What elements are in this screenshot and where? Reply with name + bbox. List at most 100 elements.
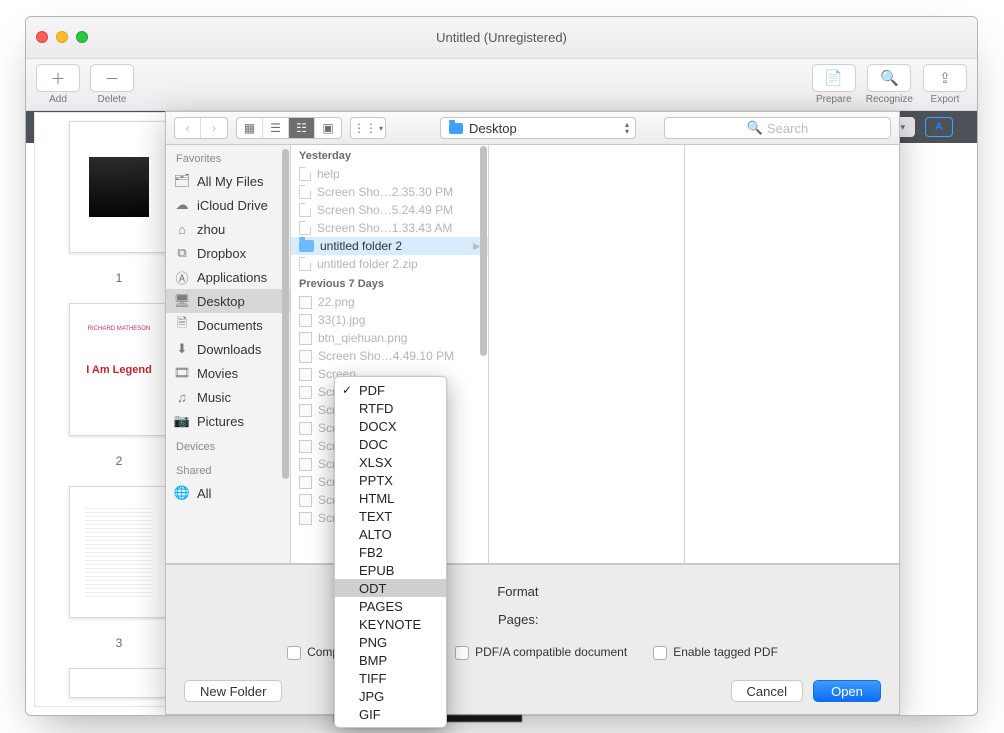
file-row[interactable]: btn_qiehuan.png bbox=[291, 329, 488, 347]
format-option[interactable]: JPG bbox=[335, 687, 446, 705]
file-name: Screen Sho…2.35.30 PM bbox=[317, 185, 480, 199]
chevron-down-icon: ▾ bbox=[900, 122, 905, 133]
scrollbar-thumb[interactable] bbox=[480, 146, 487, 356]
sidebar-item-label: Downloads bbox=[197, 342, 261, 357]
sidebar-item-music[interactable]: ♫ Music bbox=[166, 385, 290, 409]
page-number: 1 bbox=[116, 271, 123, 285]
sidebar-item-label: Dropbox bbox=[197, 246, 246, 261]
format-option[interactable]: DOCX bbox=[335, 417, 446, 435]
format-option[interactable]: TEXT bbox=[335, 507, 446, 525]
format-option[interactable]: XLSX bbox=[335, 453, 446, 471]
sidebar-item-applications[interactable]: Ⓐ Applications bbox=[166, 265, 290, 289]
scrollbar-thumb[interactable] bbox=[282, 149, 289, 479]
format-option[interactable]: RTFD bbox=[335, 399, 446, 417]
traffic-lights bbox=[36, 31, 88, 43]
back-button[interactable]: ‹ bbox=[175, 118, 201, 138]
format-option[interactable]: TIFF bbox=[335, 669, 446, 687]
location-popup[interactable]: Desktop ▴▾ bbox=[440, 117, 636, 139]
sidebar-scrollbar[interactable] bbox=[281, 147, 289, 561]
arrange-menu[interactable]: ⋮⋮▾ bbox=[350, 117, 386, 139]
documents-icon: 🗎 bbox=[174, 317, 190, 333]
search-field[interactable]: 🔍 Search bbox=[664, 117, 891, 139]
sidebar-item-icloud[interactable]: ☁︎ iCloud Drive bbox=[166, 193, 290, 217]
toolbar-export[interactable]: ⇪ Export bbox=[923, 64, 967, 105]
minimize-window-button[interactable] bbox=[56, 31, 68, 43]
sidebar-item-documents[interactable]: 🗎 Documents bbox=[166, 313, 290, 337]
new-folder-button[interactable]: New Folder bbox=[184, 680, 282, 702]
tagged-pdf-checkbox[interactable]: Enable tagged PDF bbox=[653, 645, 778, 660]
toolbar-add[interactable]: ＋ Add bbox=[36, 64, 80, 105]
sidebar-item-desktop[interactable]: 🖥 Desktop bbox=[166, 289, 290, 313]
file-row[interactable]: 22.png bbox=[291, 293, 488, 311]
page-thumbnail[interactable] bbox=[69, 668, 169, 698]
file-row[interactable]: 33(1).jpg bbox=[291, 311, 488, 329]
zoom-window-button[interactable] bbox=[76, 31, 88, 43]
format-option[interactable]: PPTX bbox=[335, 471, 446, 489]
toolbar-delete[interactable]: － Delete bbox=[90, 64, 134, 105]
sidebar-item-pictures[interactable]: 📷 Pictures bbox=[166, 409, 290, 433]
file-row[interactable]: untitled folder 2▶ bbox=[291, 237, 488, 255]
sidebar-section-devices: Devices bbox=[166, 433, 290, 457]
format-option[interactable]: KEYNOTE bbox=[335, 615, 446, 633]
format-option[interactable]: DOC bbox=[335, 435, 446, 453]
toolbar-recognize-label: Recognize bbox=[866, 94, 913, 105]
toolbar-prepare[interactable]: 📄 Prepare bbox=[812, 64, 856, 105]
view-icons-button[interactable]: ▦ bbox=[237, 118, 263, 138]
sidebar-item-label: Pictures bbox=[197, 414, 244, 429]
format-option[interactable]: PDF bbox=[335, 381, 446, 399]
sidebar-item-label: zhou bbox=[197, 222, 225, 237]
format-option[interactable]: GIF bbox=[335, 705, 446, 723]
file-row[interactable]: Screen Sho…4.49.10 PM bbox=[291, 347, 488, 365]
page-thumbnail[interactable] bbox=[69, 121, 169, 253]
sidebar-item-movies[interactable]: 🎞 Movies bbox=[166, 361, 290, 385]
format-option[interactable]: BMP bbox=[335, 651, 446, 669]
thumbnail-title: I Am Legend bbox=[86, 364, 152, 376]
close-window-button[interactable] bbox=[36, 31, 48, 43]
thumbnail-author: RICHARD MATHESON bbox=[88, 326, 151, 332]
file-row[interactable]: Screen Sho…5.24.49 PM bbox=[291, 201, 488, 219]
file-row[interactable]: Screen Sho…2.35.30 PM bbox=[291, 183, 488, 201]
view-mode-segment[interactable]: ▦ ☰ ☷ ▣ bbox=[236, 117, 342, 139]
format-option[interactable]: PAGES bbox=[335, 597, 446, 615]
file-row[interactable]: untitled folder 2.zip bbox=[291, 255, 488, 273]
view-list-button[interactable]: ☰ bbox=[263, 118, 289, 138]
sidebar-item-shared-all[interactable]: 🌐 All bbox=[166, 481, 290, 505]
save-dialog-sheet: ‹ › ▦ ☰ ☷ ▣ ⋮⋮▾ Desktop ▴▾ bbox=[165, 111, 900, 715]
sidebar-item-downloads[interactable]: ⬇︎ Downloads bbox=[166, 337, 290, 361]
updown-chevron-icon: ▴▾ bbox=[625, 121, 629, 135]
cancel-button[interactable]: Cancel bbox=[731, 680, 803, 702]
toolbar-export-label: Export bbox=[931, 94, 960, 105]
main-window: Untitled (Unregistered) ＋ Add － Delete 📄… bbox=[25, 16, 978, 716]
file-row[interactable]: Screen Sho…1.33.43 AM bbox=[291, 219, 488, 237]
sidebar-section-shared: Shared bbox=[166, 457, 290, 481]
sidebar-item-dropbox[interactable]: ⧉ Dropbox bbox=[166, 241, 290, 265]
file-section-header: Previous 7 Days bbox=[291, 273, 488, 293]
apps-icon: Ⓐ bbox=[174, 269, 190, 285]
pdfa-compatible-checkbox[interactable]: PDF/A compatible document bbox=[455, 645, 627, 660]
sheet-button-bar: New Folder Cancel Open bbox=[166, 670, 899, 714]
document-file-icon bbox=[299, 257, 311, 271]
file-name: untitled folder 2.zip bbox=[317, 257, 480, 271]
forward-button[interactable]: › bbox=[201, 118, 227, 138]
desktop-icon: 🖥 bbox=[174, 293, 190, 309]
ocr-icon: 🔍 bbox=[880, 69, 899, 87]
format-option[interactable]: PNG bbox=[335, 633, 446, 651]
format-option[interactable]: EPUB bbox=[335, 561, 446, 579]
sidebar-item-label: Documents bbox=[197, 318, 263, 333]
view-coverflow-button[interactable]: ▣ bbox=[315, 118, 341, 138]
format-option[interactable]: ODT bbox=[335, 579, 446, 597]
format-dropdown-menu[interactable]: PDFRTFDDOCXDOCXLSXPPTXHTMLTEXTALTOFB2EPU… bbox=[334, 376, 447, 728]
nav-back-forward: ‹ › bbox=[174, 117, 228, 139]
page-thumbnail[interactable] bbox=[69, 486, 169, 618]
format-option[interactable]: ALTO bbox=[335, 525, 446, 543]
text-mode-toggle[interactable]: A bbox=[925, 117, 953, 137]
toolbar-recognize[interactable]: 🔍 Recognize bbox=[866, 64, 913, 105]
view-columns-button[interactable]: ☷ bbox=[289, 118, 315, 138]
open-button[interactable]: Open bbox=[813, 680, 881, 702]
file-row[interactable]: help bbox=[291, 165, 488, 183]
format-option[interactable]: HTML bbox=[335, 489, 446, 507]
format-option[interactable]: FB2 bbox=[335, 543, 446, 561]
sidebar-item-all-my-files[interactable]: 🗂 All My Files bbox=[166, 169, 290, 193]
page-thumbnail[interactable]: RICHARD MATHESON I Am Legend bbox=[69, 303, 169, 435]
sidebar-item-home[interactable]: ⌂ zhou bbox=[166, 217, 290, 241]
